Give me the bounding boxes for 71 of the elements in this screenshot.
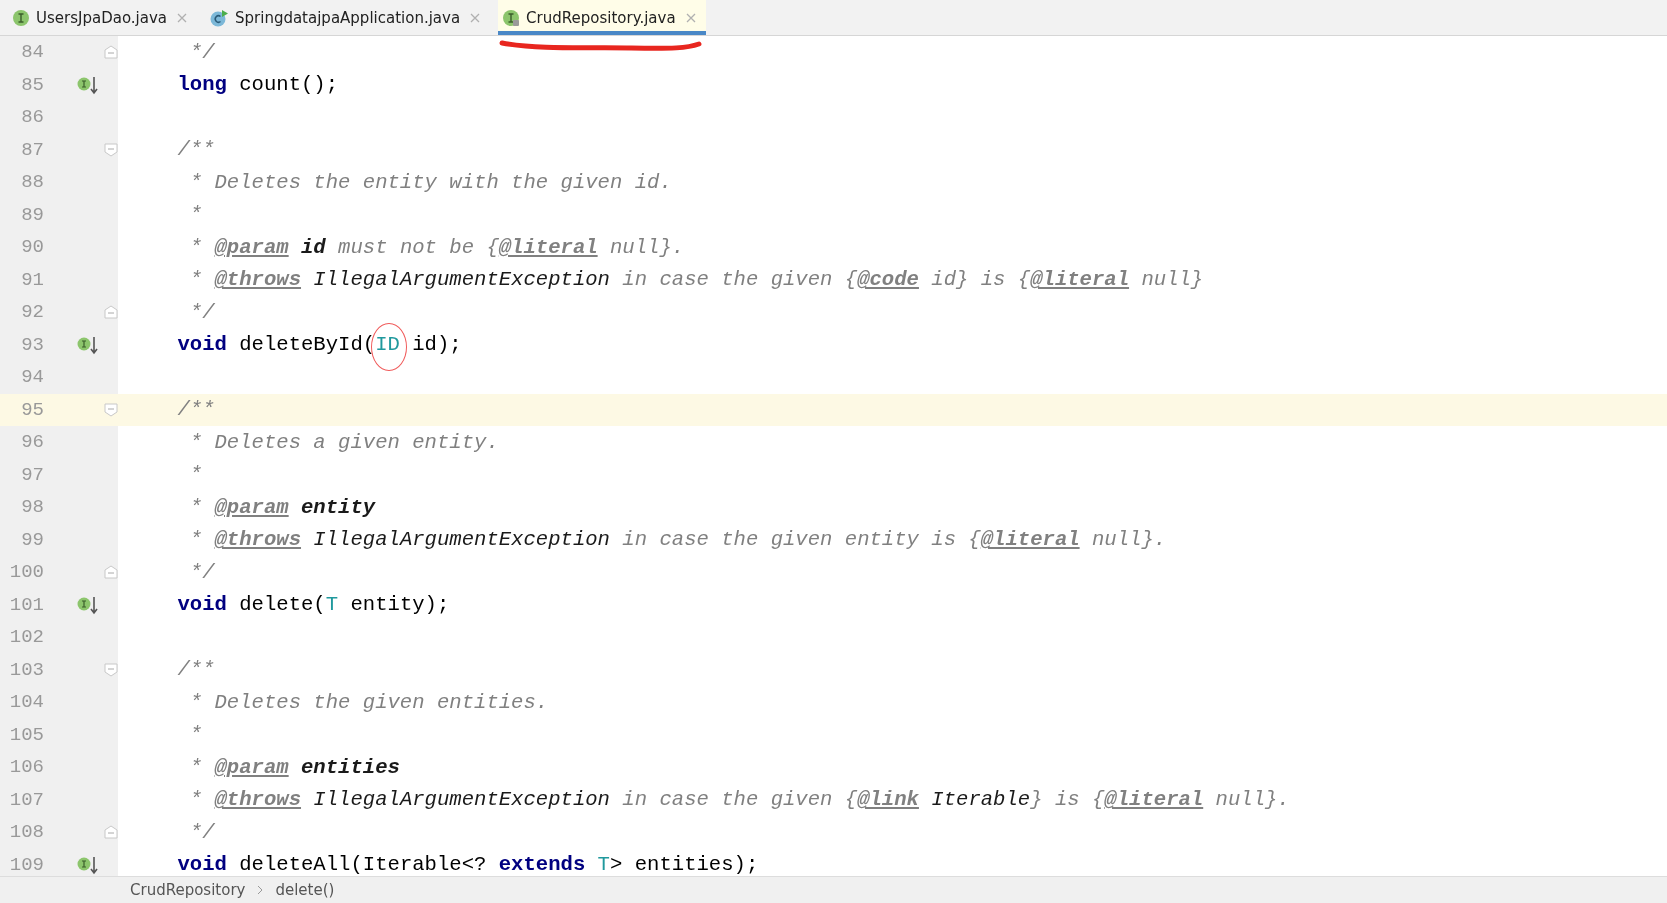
line-number: 95 bbox=[20, 398, 44, 421]
code-line: */ bbox=[188, 300, 215, 324]
fold-icon[interactable] bbox=[104, 825, 118, 840]
editor-tab[interactable]: UsersJpaDao.java bbox=[8, 0, 197, 35]
line-number: 106 bbox=[8, 756, 44, 779]
fold-icon[interactable] bbox=[104, 565, 118, 580]
implementation-arrow-icon[interactable] bbox=[76, 854, 100, 875]
interface-icon bbox=[12, 8, 30, 27]
fold-icon[interactable] bbox=[104, 662, 118, 677]
code-line: * @throws IllegalArgumentException in case the given {@code id} is {@literal null} bbox=[188, 268, 1204, 292]
line-number: 100 bbox=[8, 561, 44, 584]
line-number: 107 bbox=[8, 788, 44, 811]
code-line: * Deletes the given entities. bbox=[188, 690, 549, 714]
code-line: * Deletes a given entity. bbox=[188, 430, 499, 454]
code-line: /** bbox=[176, 138, 215, 162]
code-line: * @param entity bbox=[188, 495, 376, 519]
breadcrumb[interactable]: CrudRepository bbox=[130, 881, 246, 899]
line-number: 85 bbox=[20, 73, 44, 96]
code-line: * bbox=[188, 463, 203, 487]
class-icon bbox=[209, 8, 229, 27]
line-number: 94 bbox=[20, 366, 44, 389]
implementation-arrow-icon[interactable] bbox=[76, 334, 100, 355]
line-number: 96 bbox=[20, 431, 44, 454]
close-icon[interactable] bbox=[177, 12, 187, 23]
line-number: 86 bbox=[20, 106, 44, 129]
line-number: 101 bbox=[8, 593, 44, 616]
line-number: 92 bbox=[20, 301, 44, 324]
code-line: */ bbox=[188, 40, 215, 64]
code-line: * @param id must not be {@literal null}. bbox=[188, 235, 685, 259]
code-line: void delete(T entity); bbox=[176, 593, 450, 617]
code-line: void deleteById(ID id); bbox=[176, 333, 462, 357]
code-line: * bbox=[188, 203, 203, 227]
code-line: * bbox=[188, 723, 203, 747]
fold-icon[interactable] bbox=[104, 45, 118, 60]
line-number: 84 bbox=[20, 41, 44, 64]
line-number: 88 bbox=[20, 171, 44, 194]
code-line: * Deletes the entity with the given id. bbox=[188, 170, 672, 194]
line-number: 90 bbox=[20, 236, 44, 259]
line-number: 109 bbox=[8, 853, 44, 876]
fold-icon[interactable] bbox=[104, 402, 118, 417]
implementation-arrow-icon[interactable] bbox=[76, 74, 100, 95]
interface-icon bbox=[502, 8, 521, 27]
code-line: * @param entities bbox=[188, 755, 400, 779]
line-number: 105 bbox=[8, 723, 44, 746]
code-line: * @throws IllegalArgumentException in case the given {@link Iterable} is {@literal null}. bbox=[188, 788, 1290, 812]
code-line: */ bbox=[188, 560, 215, 584]
code-line: long count(); bbox=[176, 73, 339, 97]
code-line: * @throws IllegalArgumentException in case the given entity is {@literal null}. bbox=[188, 528, 1167, 552]
line-number: 104 bbox=[8, 691, 44, 714]
chevron-icon bbox=[257, 885, 264, 895]
code-line: */ bbox=[188, 820, 215, 844]
line-number: 91 bbox=[20, 268, 44, 291]
close-icon[interactable] bbox=[470, 12, 481, 23]
close-icon[interactable] bbox=[685, 12, 696, 23]
breadcrumb[interactable]: delete() bbox=[275, 881, 335, 899]
fold-icon[interactable] bbox=[104, 142, 118, 157]
line-number: 89 bbox=[20, 203, 44, 226]
editor-tab[interactable]: SpringdatajpaApplication.java bbox=[205, 0, 491, 35]
code-line: /** bbox=[176, 658, 215, 682]
fold-icon[interactable] bbox=[104, 305, 118, 320]
line-number: 93 bbox=[20, 333, 44, 356]
line-number: 108 bbox=[8, 821, 44, 844]
implementation-arrow-icon[interactable] bbox=[76, 594, 100, 615]
line-number: 98 bbox=[20, 496, 44, 519]
code-line: /** bbox=[176, 398, 215, 422]
line-number: 87 bbox=[20, 138, 44, 161]
line-number: 97 bbox=[20, 463, 44, 486]
code-line: void deleteAll(Iterable<? extends T> entities); bbox=[176, 853, 759, 876]
line-number: 103 bbox=[8, 658, 44, 681]
line-number: 99 bbox=[20, 528, 44, 551]
line-number: 102 bbox=[8, 626, 44, 649]
